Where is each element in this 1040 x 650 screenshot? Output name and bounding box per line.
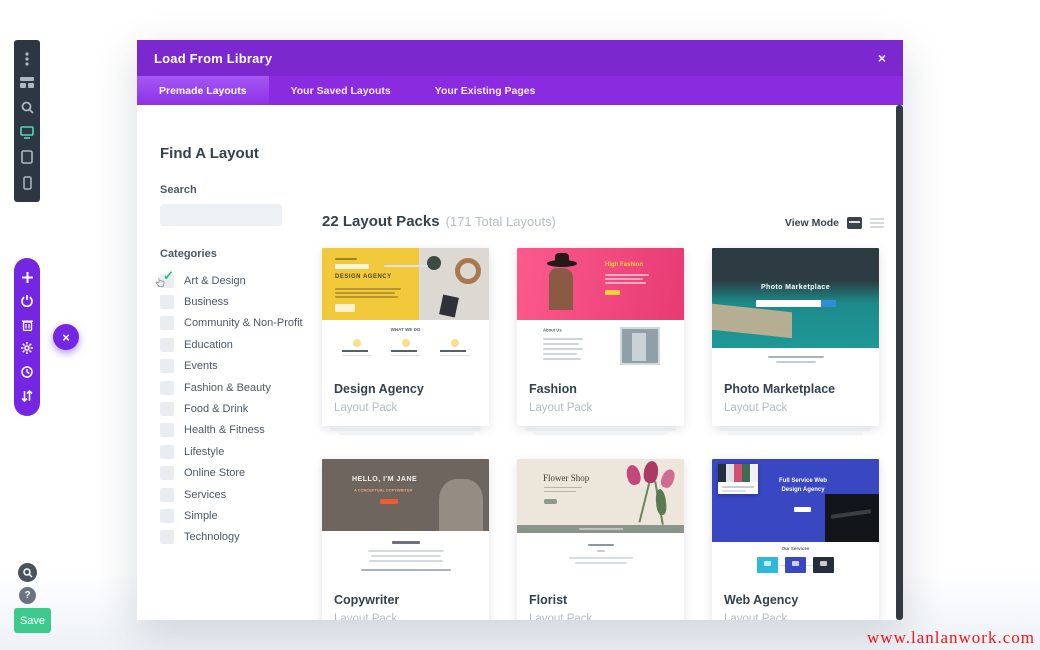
- card-subtitle: Layout Pack: [529, 402, 672, 414]
- zoom-fab-icon[interactable]: [18, 563, 37, 582]
- sidebar-heading: Find A Layout: [160, 145, 310, 162]
- layout-thumbnail: Photo Marketplace: [712, 248, 879, 373]
- modal-header: Load From Library ×: [137, 40, 903, 76]
- tab-premade-layouts[interactable]: Premade Layouts: [137, 76, 269, 105]
- category-lifestyle[interactable]: Lifestyle: [160, 441, 310, 462]
- layout-card-fashion[interactable]: High Fashion About Us: [517, 248, 684, 435]
- grid-view-icon[interactable]: [847, 217, 862, 229]
- watermark-text: www.lanlanwork.com: [867, 628, 1035, 648]
- history-icon[interactable]: [21, 366, 33, 378]
- total-layouts-count: (171 Total Layouts): [446, 214, 556, 229]
- card-subtitle: Layout Pack: [724, 613, 867, 620]
- card-subtitle: Layout Pack: [334, 613, 477, 620]
- card-title: Fashion: [529, 382, 672, 396]
- tab-your-saved-layouts[interactable]: Your Saved Layouts: [269, 76, 413, 105]
- card-title: Photo Marketplace: [724, 382, 867, 396]
- modal-tab-bar: Premade Layouts Your Saved Layouts Your …: [137, 76, 903, 105]
- category-food-drink[interactable]: Food & Drink: [160, 398, 310, 419]
- modal-title: Load From Library: [154, 51, 272, 66]
- close-icon[interactable]: ×: [878, 50, 886, 66]
- layout-pack-grid: DESIGN AGENCY WHAT WE DO: [322, 248, 884, 620]
- category-simple[interactable]: Simple: [160, 505, 310, 526]
- category-list: ✓ Art & Design Business Community & Non-…: [160, 270, 310, 548]
- hand-cursor-icon: [155, 277, 165, 288]
- tablet-preview-icon[interactable]: [21, 150, 33, 164]
- layout-thumbnail: DESIGN AGENCY WHAT WE DO: [322, 248, 489, 373]
- save-button[interactable]: Save: [14, 608, 51, 633]
- phone-preview-icon[interactable]: [23, 176, 32, 190]
- category-community-non-profit[interactable]: Community & Non-Profit: [160, 313, 310, 334]
- kebab-menu-icon[interactable]: [21, 52, 33, 66]
- layout-filter-sidebar: Find A Layout Search Categories ✓ Art & …: [160, 145, 310, 548]
- layout-card-design-agency[interactable]: DESIGN AGENCY WHAT WE DO: [322, 248, 489, 435]
- builder-toolbar-purple: [14, 258, 40, 416]
- layout-card-copywriter[interactable]: HELLO, I'M JANE A CONCEPTUAL COPYWRITER: [322, 459, 489, 620]
- power-icon[interactable]: [21, 295, 33, 307]
- category-events[interactable]: Events: [160, 356, 310, 377]
- builder-toolbar-dark: [14, 40, 40, 202]
- layout-blocks-icon[interactable]: [20, 77, 34, 89]
- category-art-design[interactable]: ✓ Art & Design: [160, 270, 310, 291]
- card-title: Copywriter: [334, 593, 477, 607]
- category-health-fitness[interactable]: Health & Fitness: [160, 420, 310, 441]
- load-from-library-modal: Load From Library × Premade Layouts Your…: [137, 40, 903, 620]
- zoom-icon[interactable]: [21, 101, 34, 114]
- tab-your-existing-pages[interactable]: Your Existing Pages: [413, 76, 558, 105]
- layout-thumbnail: Flower Shop: [517, 459, 684, 584]
- layout-card-web-agency[interactable]: Full Service Web Design Agency Our Servi…: [712, 459, 879, 620]
- modal-scrollbar[interactable]: [896, 105, 903, 620]
- content-header: 22 Layout Packs (171 Total Layouts) View…: [322, 213, 884, 230]
- search-input[interactable]: [160, 204, 282, 226]
- card-title: Web Agency: [724, 593, 867, 607]
- categories-label: Categories: [160, 248, 310, 260]
- card-title: Design Agency: [334, 382, 477, 396]
- category-online-store[interactable]: Online Store: [160, 463, 310, 484]
- category-technology[interactable]: Technology: [160, 527, 310, 548]
- category-services[interactable]: Services: [160, 484, 310, 505]
- swap-arrows-icon[interactable]: [21, 390, 33, 402]
- card-subtitle: Layout Pack: [529, 613, 672, 620]
- view-mode-label: View Mode: [785, 217, 839, 229]
- card-subtitle: Layout Pack: [334, 402, 477, 414]
- search-label: Search: [160, 184, 310, 196]
- category-education[interactable]: Education: [160, 334, 310, 355]
- category-fashion-beauty[interactable]: Fashion & Beauty: [160, 377, 310, 398]
- desktop-preview-icon[interactable]: [20, 126, 34, 139]
- plus-icon[interactable]: [22, 272, 33, 283]
- list-view-icon[interactable]: [870, 218, 884, 228]
- gear-icon[interactable]: [21, 342, 33, 354]
- category-business[interactable]: Business: [160, 291, 310, 312]
- close-builder-button[interactable]: ×: [53, 324, 79, 350]
- trash-icon[interactable]: [22, 319, 33, 331]
- card-title: Florist: [529, 593, 672, 607]
- modal-body: Find A Layout Search Categories ✓ Art & …: [137, 105, 903, 620]
- card-subtitle: Layout Pack: [724, 402, 867, 414]
- layout-thumbnail: HELLO, I'M JANE A CONCEPTUAL COPYWRITER: [322, 459, 489, 584]
- view-mode-control: View Mode: [785, 217, 884, 229]
- layout-card-photo-marketplace[interactable]: Photo Marketplace Photo Marketplace Layo…: [712, 248, 879, 435]
- layout-thumbnail: Full Service Web Design Agency Our Servi…: [712, 459, 879, 584]
- layout-packs-heading: 22 Layout Packs: [322, 213, 440, 230]
- layout-thumbnail: High Fashion About Us: [517, 248, 684, 373]
- layout-card-florist[interactable]: Flower Shop: [517, 459, 684, 620]
- help-fab-button[interactable]: ?: [19, 587, 36, 604]
